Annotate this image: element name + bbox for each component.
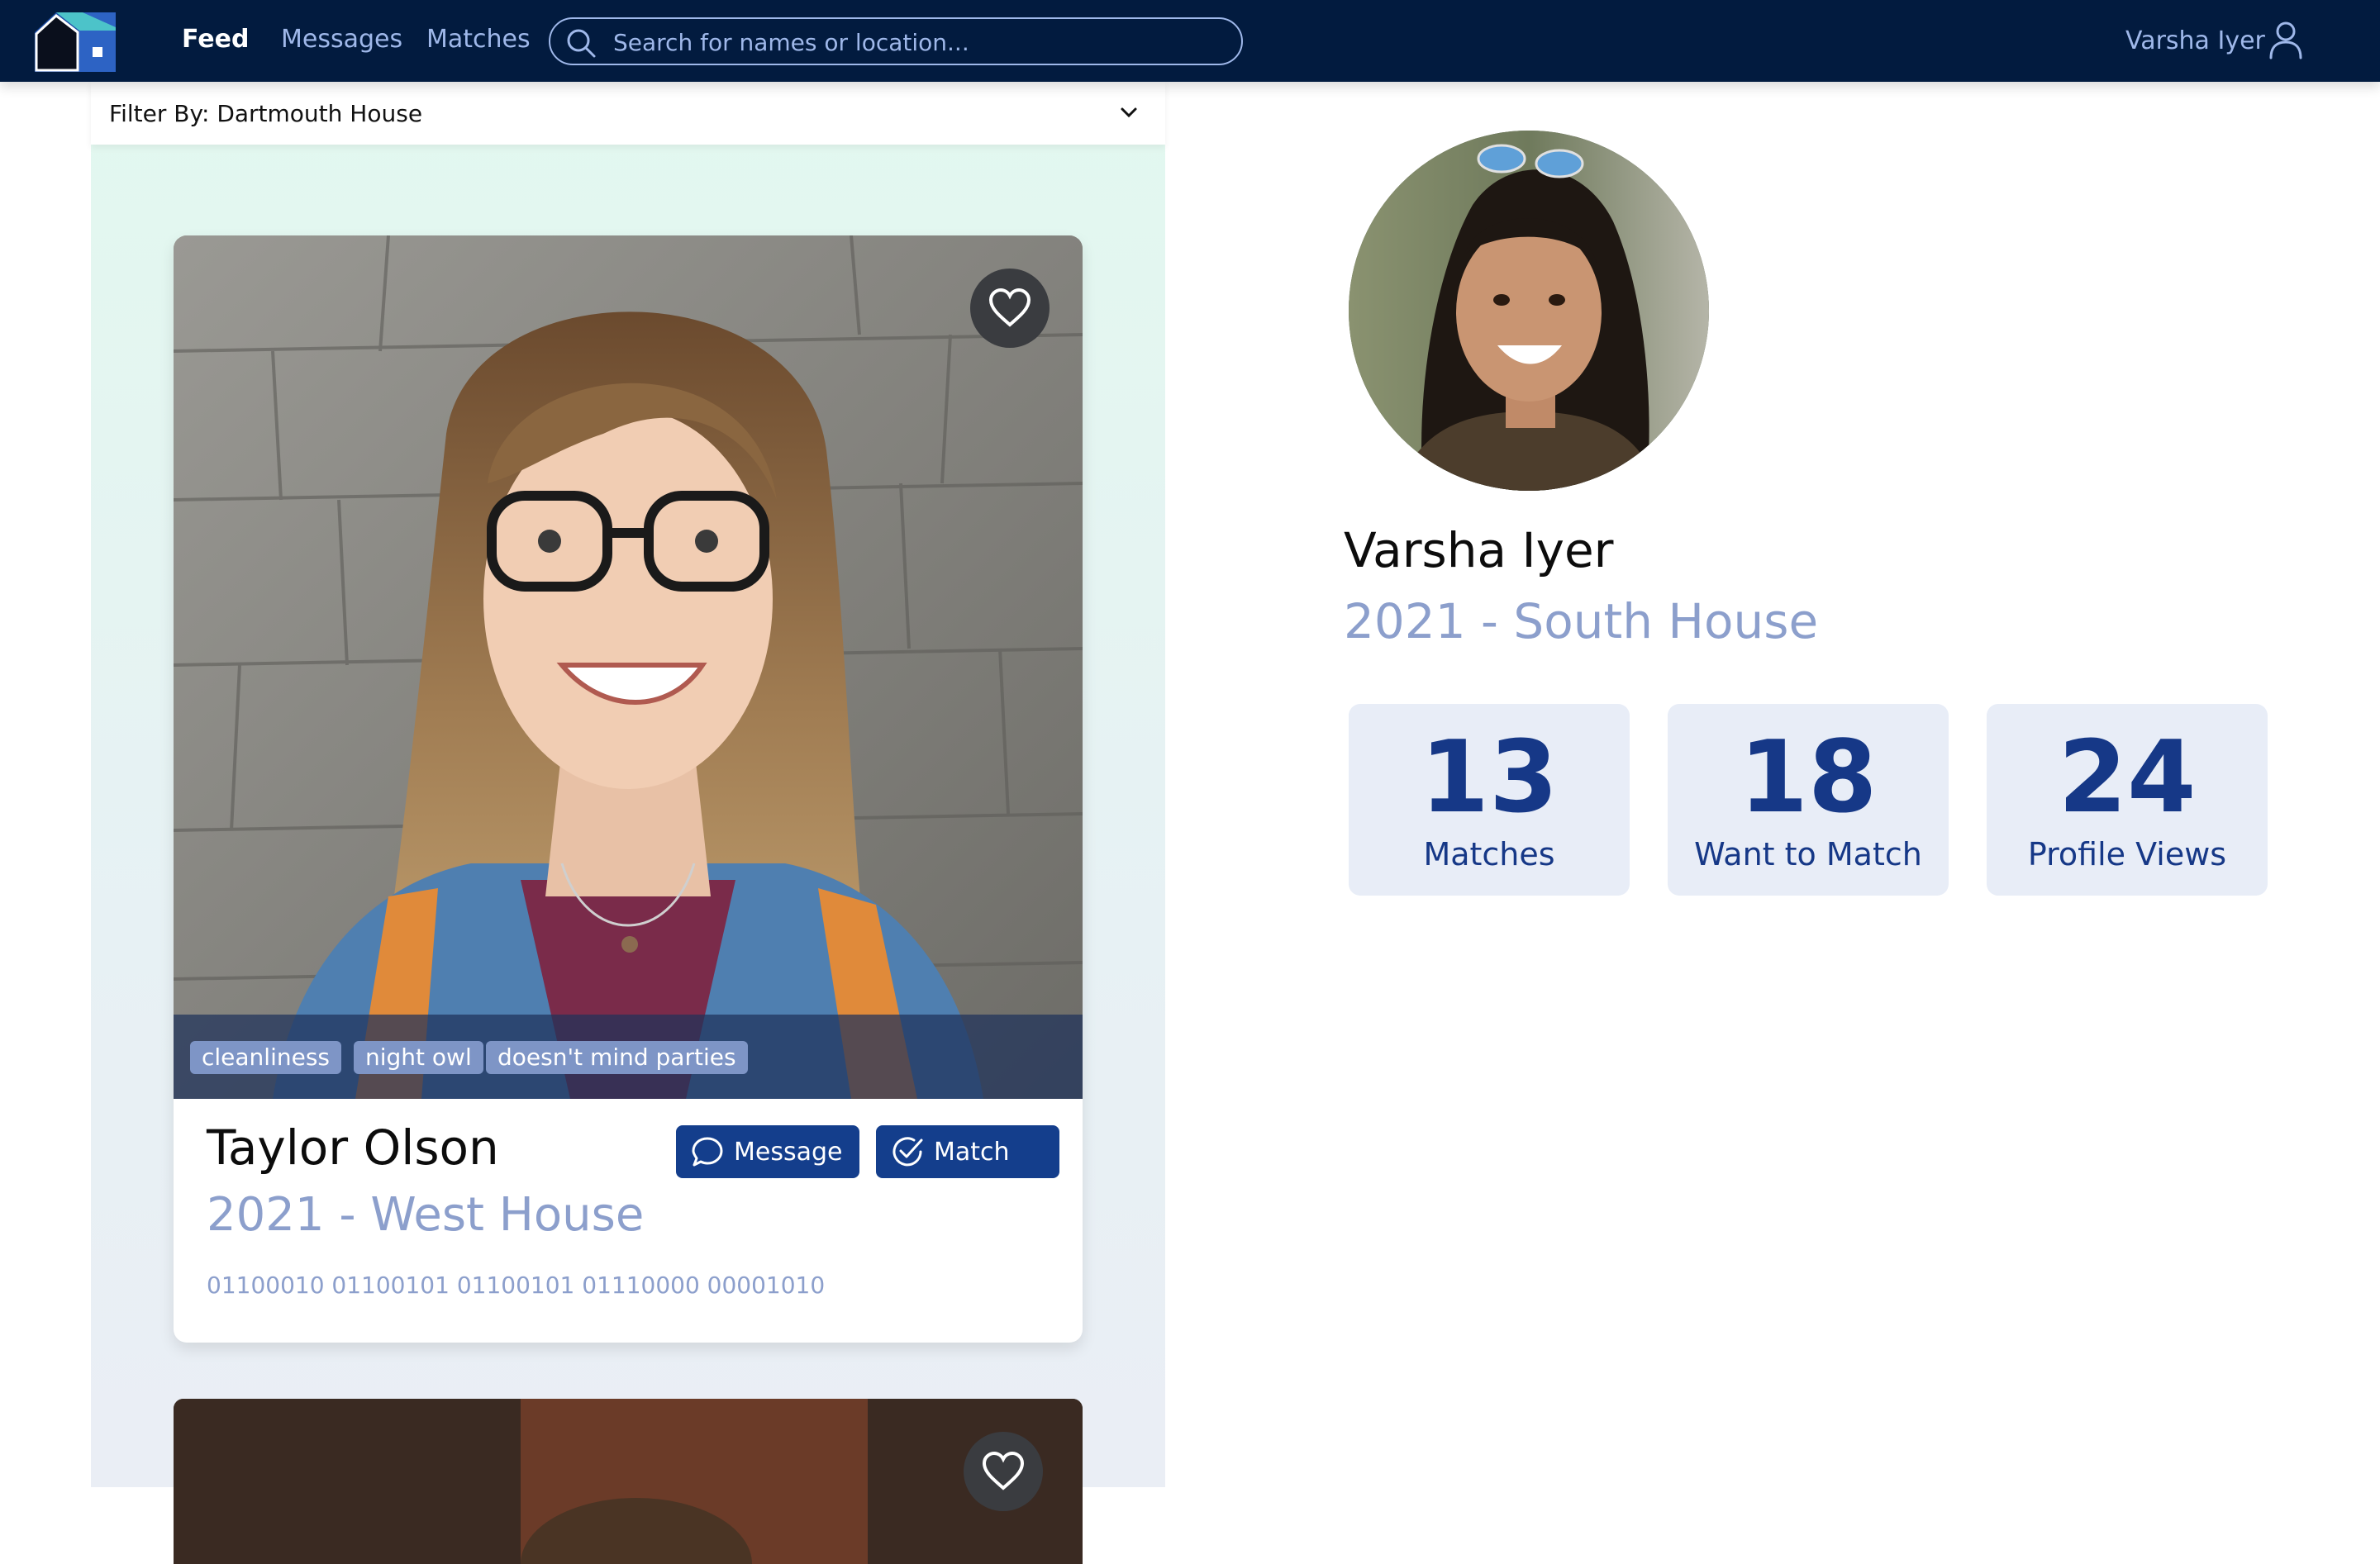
message-button[interactable]: Message	[676, 1125, 859, 1178]
match-button-label: Match	[934, 1138, 1010, 1167]
top-nav-bar: Feed Messages Matches Varsha Iyer	[0, 0, 2380, 82]
tag-chip: cleanliness	[190, 1041, 342, 1074]
stat-value: 13	[1420, 720, 1559, 835]
stat-value: 24	[2058, 720, 2197, 835]
search-bar	[549, 17, 1243, 65]
profile-name: Varsha Iyer	[1344, 522, 1614, 578]
card-class-house: 2021 - West House	[207, 1188, 645, 1242]
stat-label: Matches	[1423, 836, 1555, 872]
nav-feed-link[interactable]: Feed	[182, 25, 249, 54]
favorite-button[interactable]	[964, 1432, 1043, 1511]
chevron-down-icon[interactable]	[1119, 105, 1139, 120]
stat-value: 18	[1739, 720, 1878, 835]
profile-photo	[174, 1399, 1083, 1564]
profile-card: cleanliness night owl doesn't mind parti…	[174, 235, 1083, 1343]
nav-messages-link[interactable]: Messages	[281, 25, 402, 54]
filter-dropdown[interactable]: Filter By: Dartmouth House	[91, 82, 1165, 145]
nav-matches-link[interactable]: Matches	[426, 25, 531, 54]
house-logo-icon[interactable]	[33, 11, 119, 74]
user-icon[interactable]	[2268, 20, 2304, 59]
match-button[interactable]: Match	[876, 1125, 1059, 1178]
profile-photo	[174, 235, 1083, 1099]
tag-chip: doesn't mind parties	[486, 1041, 748, 1074]
favorite-button[interactable]	[970, 269, 1050, 348]
avatar	[1349, 131, 1709, 491]
stat-card-profile-views[interactable]: 24 Profile Views	[1987, 704, 2268, 896]
card-name: Taylor Olson	[207, 1120, 499, 1176]
stat-card-matches[interactable]: 13 Matches	[1349, 704, 1630, 896]
stat-card-want-to-match[interactable]: 18 Want to Match	[1668, 704, 1949, 896]
profile-card-next	[174, 1399, 1083, 1564]
tag-chip: night owl	[354, 1041, 483, 1074]
heart-icon	[988, 288, 1031, 327]
current-user-name[interactable]: Varsha Iyer	[2125, 26, 2265, 55]
search-icon	[567, 29, 596, 58]
chat-bubble-icon	[692, 1137, 723, 1167]
heart-icon	[982, 1452, 1025, 1490]
check-circle-icon	[892, 1137, 923, 1167]
profile-class-house: 2021 - South House	[1344, 593, 1819, 649]
stat-label: Want to Match	[1694, 836, 1922, 872]
message-button-label: Message	[734, 1138, 843, 1167]
search-input[interactable]	[612, 24, 1223, 60]
filter-label: Filter By: Dartmouth House	[109, 100, 423, 127]
stat-label: Profile Views	[2027, 836, 2227, 872]
card-bio: 01100010 01100101 01100101 01110000 0000…	[207, 1272, 826, 1299]
